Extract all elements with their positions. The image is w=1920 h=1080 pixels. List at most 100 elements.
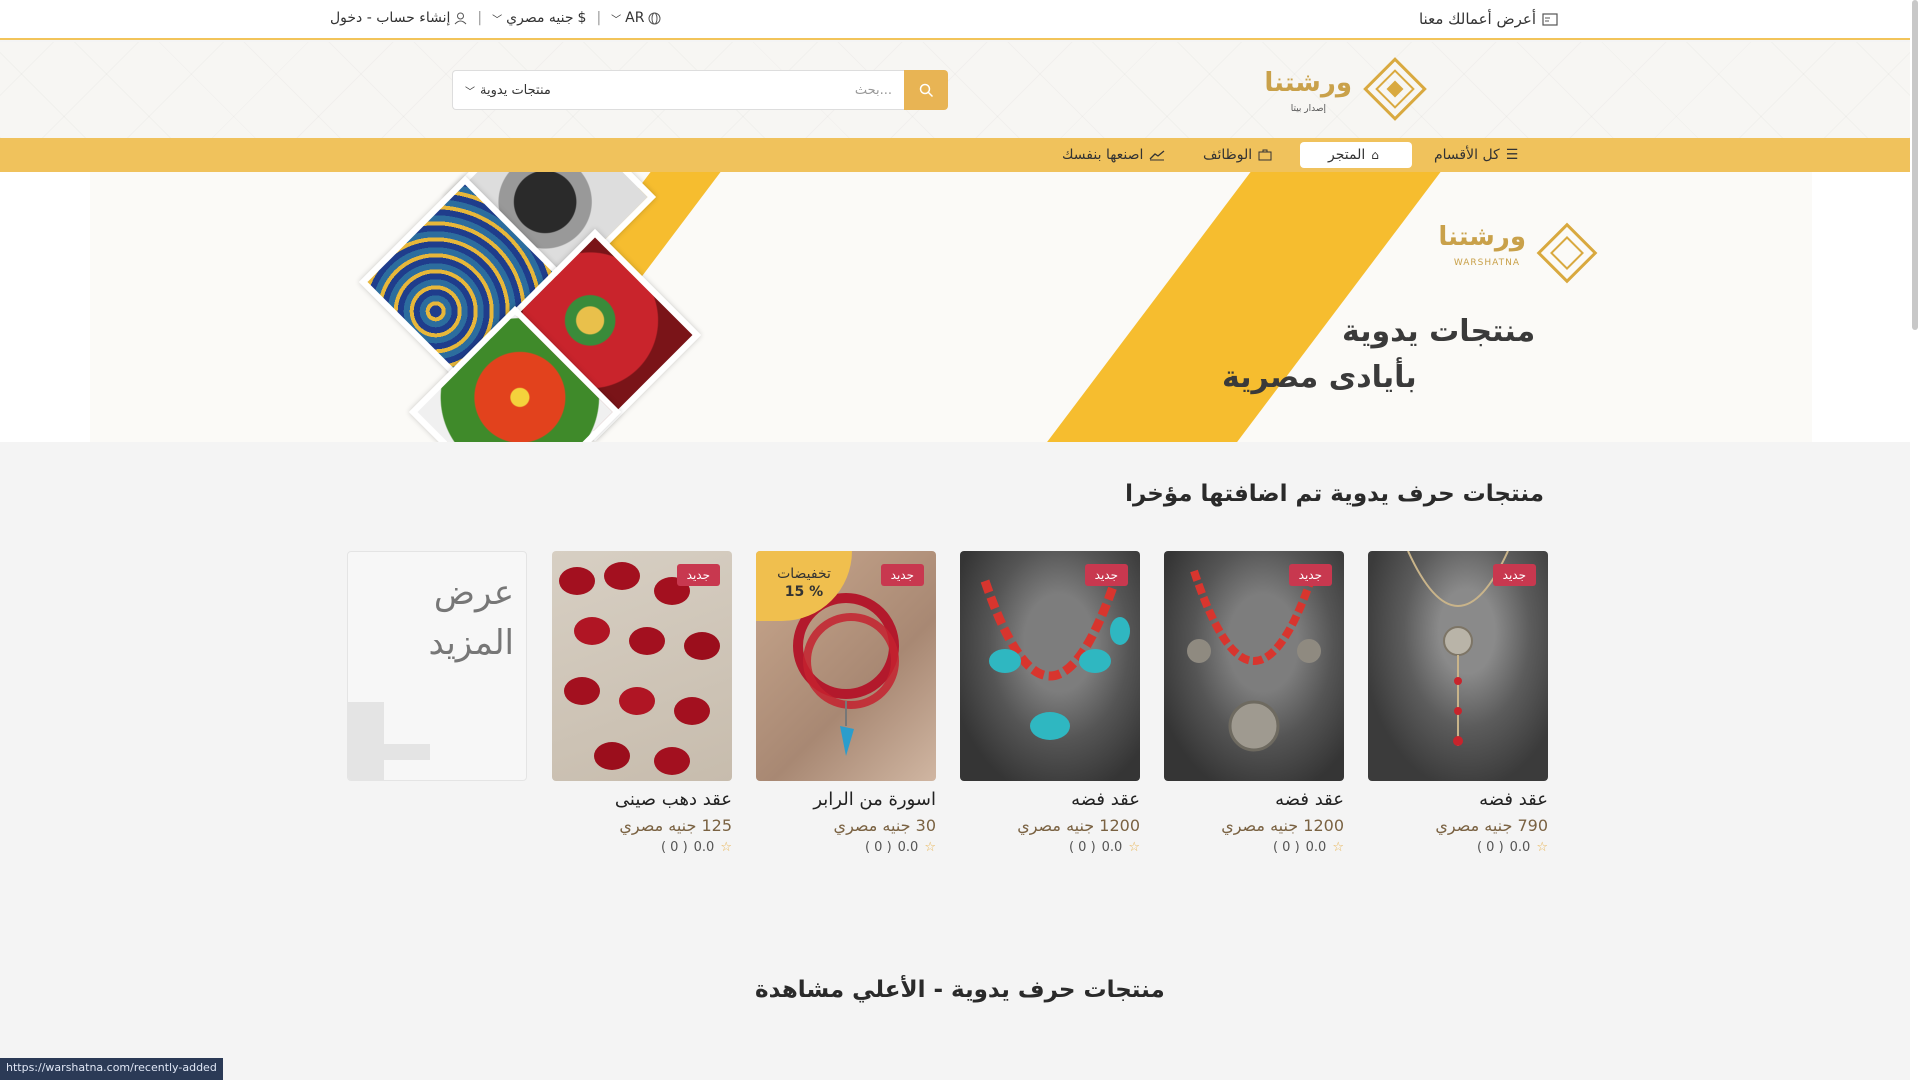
plus-icon-bar (348, 744, 430, 760)
account-label: إنشاء حساب - دخول (330, 10, 451, 26)
nav-all-categories[interactable]: كل الأقسام ☰ (1434, 142, 1518, 168)
banner-title-line1: منتجات يدوية (1342, 314, 1536, 349)
view-more-label: عرض المزيد (428, 573, 514, 663)
nav-jobs[interactable]: الوظائف (1203, 142, 1272, 168)
chevron-down-icon: ﹀ (611, 14, 622, 26)
logo-mark-icon (1363, 57, 1427, 121)
category-select-label: منتجات يدوية (480, 82, 551, 98)
logo-tagline: إصدار بيتا (1290, 104, 1326, 114)
product-image[interactable]: جديد (1368, 551, 1548, 781)
banner-stripe (994, 172, 1456, 442)
product-image[interactable]: جديد (1164, 551, 1344, 781)
nav-diy[interactable]: اصنعها بنفسك (1062, 142, 1165, 168)
browser-status-url: https://warshatna.com/recently-added (0, 1058, 223, 1080)
star-icon: ☆ (924, 840, 936, 855)
hero-banner-inner: ورشتنا WARSHATNA منتجات يدوية بأيادى مصر… (90, 172, 1812, 442)
rating-count: ( 0 ) (1476, 840, 1504, 855)
product-rating: ( 0 ) 0.0 ☆ (1368, 840, 1548, 855)
storefront-icon (1542, 12, 1558, 26)
header: ﹀ منتجات يدوية بحث... ورشتنا إصدار بيتا (0, 42, 1910, 138)
main-nav: كل الأقسام ☰ المتجر ⌂ الوظائف اصنعها بنف… (0, 138, 1910, 172)
product-rating: ( 0 ) 0.0 ☆ (1164, 840, 1344, 855)
star-icon: ☆ (720, 840, 732, 855)
search-bar: ﹀ منتجات يدوية بحث... (452, 70, 948, 110)
divider: | (477, 10, 483, 26)
currency-selector[interactable]: $ جنيه مصري ﹀ (492, 10, 586, 26)
product-name[interactable]: عقد فضه (960, 789, 1140, 810)
product-price: 1200 جنيه مصري (1017, 816, 1140, 835)
new-badge: جديد (1492, 564, 1536, 586)
nav-store-label: المتجر (1328, 147, 1366, 163)
product-card[interactable]: تخفيضات 15 % جديد اسورة من الرابر 30 جني… (756, 551, 936, 855)
nav-store[interactable]: المتجر ⌂ (1300, 142, 1412, 168)
rating-count: ( 0 ) (864, 840, 892, 855)
search-button[interactable] (904, 70, 948, 110)
product-name[interactable]: اسورة من الرابر (756, 789, 936, 810)
product-card[interactable]: جديد عقد فضه 790 جنيه مصري ( 0 ) 0.0 ☆ (1368, 551, 1548, 855)
site-logo[interactable]: ورشتنا إصدار بيتا (1255, 54, 1430, 124)
rating-count: ( 0 ) (1068, 840, 1096, 855)
search-input[interactable]: ﹀ منتجات يدوية بحث... (452, 70, 904, 110)
new-badge: جديد (880, 564, 924, 586)
top-bar: أعرض أعمالك معنا AR ﹀ | $ جنيه مصري ﹀ | … (0, 0, 1910, 40)
user-icon (455, 12, 467, 24)
plus-icon (348, 702, 384, 780)
scrollbar-thumb[interactable] (1912, 0, 1918, 330)
rating-count: ( 0 ) (660, 840, 688, 855)
product-image[interactable]: جديد (960, 551, 1140, 781)
page-scrollbar[interactable] (1910, 0, 1920, 1080)
nav-diy-label: اصنعها بنفسك (1062, 147, 1144, 163)
divider: | (596, 10, 602, 26)
product-name[interactable]: عقد دهب صينى (552, 789, 732, 810)
product-image[interactable]: تخفيضات 15 % جديد (756, 551, 936, 781)
discount-label: تخفيضات (777, 566, 831, 582)
chevron-down-icon: ﹀ (492, 14, 503, 26)
product-rating: ( 0 ) 0.0 ☆ (960, 840, 1140, 855)
product-price: 790 جنيه مصري (1435, 816, 1548, 835)
category-select[interactable]: ﹀ منتجات يدوية (465, 83, 551, 98)
product-name[interactable]: عقد فضه (1164, 789, 1344, 810)
product-image[interactable]: جديد (552, 551, 732, 781)
product-name[interactable]: عقد فضه (1368, 789, 1548, 810)
nav-all-categories-label: كل الأقسام (1434, 147, 1500, 163)
sell-with-us-link[interactable]: أعرض أعمالك معنا (1419, 10, 1558, 28)
menu-icon: ☰ (1505, 147, 1519, 163)
rating-value: 0.0 (1101, 840, 1123, 855)
banner-brand-ar: ورشتنا (1438, 222, 1526, 252)
home-icon: ⌂ (1371, 148, 1379, 162)
product-rating: ( 0 ) 0.0 ☆ (756, 840, 936, 855)
sell-with-us-label: أعرض أعمالك معنا (1418, 10, 1536, 28)
language-selector[interactable]: AR ﹀ (611, 10, 661, 26)
banner-brand: ورشتنا WARSHATNA (1438, 214, 1600, 294)
product-card[interactable]: جديد عقد فضه 1200 جنيه مصري ( 0 ) 0.0 ☆ (960, 551, 1140, 855)
rating-value: 0.0 (1509, 840, 1531, 855)
dollar-icon: $ (577, 10, 587, 26)
new-badge: جديد (1084, 564, 1128, 586)
product-card[interactable]: جديد عقد فضه 1200 جنيه مصري ( 0 ) 0.0 ☆ (1164, 551, 1344, 855)
currency-label: جنيه مصري (506, 10, 574, 26)
briefcase-icon (1258, 149, 1272, 161)
product-price: 125 جنيه مصري (619, 816, 732, 835)
language-label: AR (625, 10, 645, 26)
rating-value: 0.0 (693, 840, 715, 855)
view-more-card[interactable]: عرض المزيد (347, 551, 527, 781)
product-card[interactable]: جديد عقد دهب صينى 125 جنيه مصري ( 0 ) 0.… (552, 551, 732, 855)
new-badge: جديد (1288, 564, 1332, 586)
banner-brand-en: WARSHATNA (1453, 258, 1520, 268)
account-link[interactable]: إنشاء حساب - دخول (330, 10, 467, 26)
new-badge: جديد (676, 564, 720, 586)
discount-value: 15 % (784, 584, 824, 600)
most-viewed-section-title: منتجات حرف يدوية - الأعلي مشاهدة (755, 977, 1165, 1003)
star-icon: ☆ (1128, 840, 1140, 855)
rating-count: ( 0 ) (1272, 840, 1300, 855)
brand-mark-icon (1536, 222, 1598, 284)
hero-banner[interactable]: ورشتنا WARSHATNA منتجات يدوية بأيادى مصر… (0, 172, 1910, 442)
globe-icon (648, 12, 661, 24)
rating-value: 0.0 (1305, 840, 1327, 855)
product-price: 1200 جنيه مصري (1221, 816, 1344, 835)
rating-value: 0.0 (897, 840, 919, 855)
product-price: 30 جنيه مصري (833, 816, 936, 835)
logo-text: ورشتنا (1264, 68, 1352, 98)
product-rating: ( 0 ) 0.0 ☆ (552, 840, 732, 855)
nav-jobs-label: الوظائف (1203, 147, 1253, 163)
